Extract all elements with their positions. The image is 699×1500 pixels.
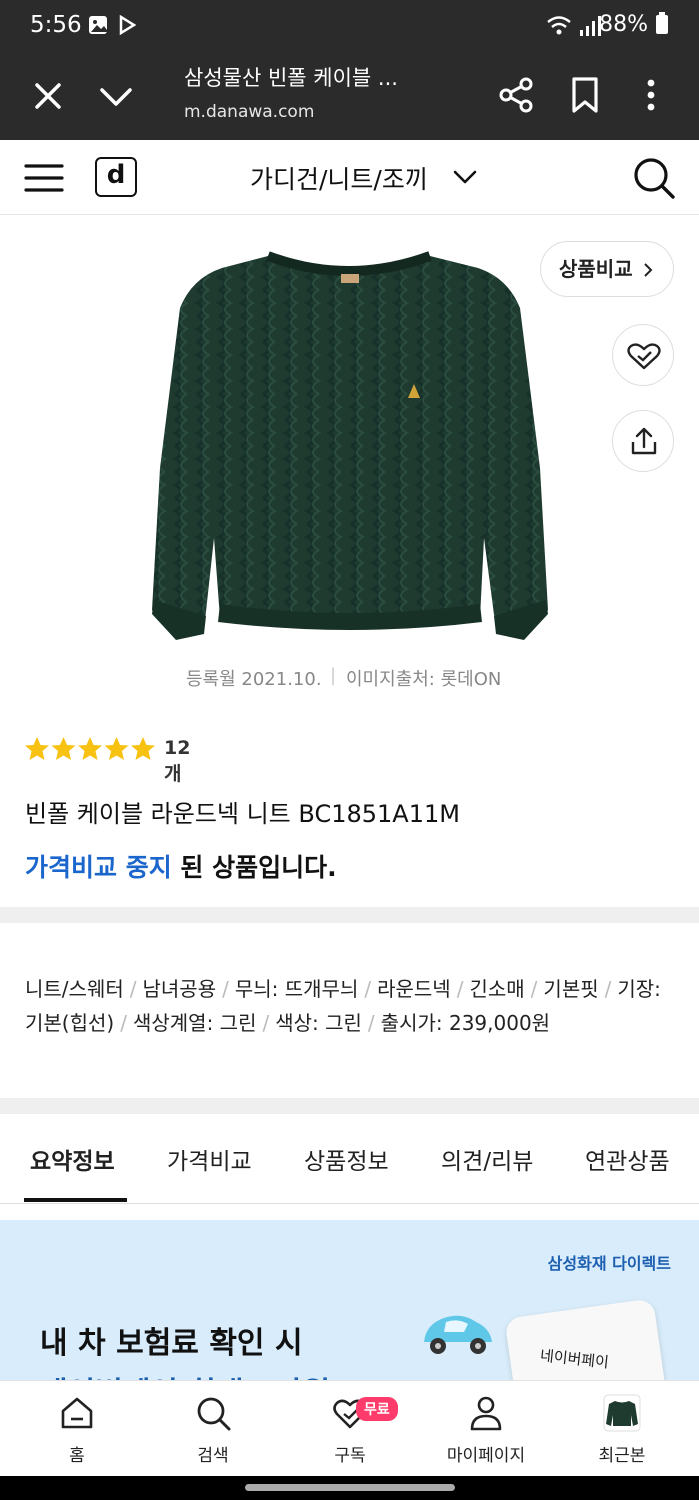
bottom-navigation: 홈 검색 구독 무료 마이페이지 최근본	[0, 1380, 699, 1476]
nav-search-label: 검색	[197, 1446, 229, 1466]
spec-separator: /	[456, 977, 464, 1001]
rating[interactable]: 12개	[24, 736, 190, 785]
nav-home[interactable]: 홈	[22, 1381, 132, 1477]
nav-search[interactable]: 검색	[158, 1381, 268, 1477]
share-product-button[interactable]	[612, 410, 674, 472]
wifi-icon	[547, 16, 571, 35]
home-icon	[61, 1397, 93, 1429]
battery-icon	[656, 12, 668, 34]
spec-separator: /	[222, 977, 229, 1001]
spec-separator: /	[367, 1011, 375, 1035]
review-count: 12개	[164, 737, 191, 785]
spec-separator: /	[604, 977, 612, 1001]
banner-brand: 삼성화재 다이렉트	[547, 1254, 671, 1273]
spec-separator: /	[129, 977, 137, 1001]
spec-item: 색상계열: 그린	[132, 1011, 257, 1035]
registration-date: 등록월 2021.10.	[186, 669, 322, 690]
price-status: 가격비교 중지 된 상품입니다.	[25, 848, 337, 884]
bookmark-icon[interactable]	[567, 76, 603, 114]
car-icon	[424, 1315, 492, 1354]
gesture-bar	[0, 1476, 699, 1500]
spec-summary: 니트/스웨터 / 남녀공용 / 무늬: 뜨개무늬 / 라운드넥 / 긴소매 / 기본핏 / 기장: 기본…	[25, 972, 675, 1040]
play-store-icon	[119, 14, 136, 36]
battery-level: 88%	[599, 12, 669, 37]
tab-summary[interactable]: 요약정보	[30, 1142, 115, 1176]
tab-bar: 요약정보 가격비교 상품정보 의견/리뷰 연관상품	[0, 1116, 699, 1204]
search-icon	[197, 1397, 231, 1431]
app-header: d 가디건/니트/조끼	[0, 140, 699, 215]
compare-label: 상품비교	[559, 257, 633, 281]
product-name: 빈폴 케이블 라운드넥 니트 BC1851A11M	[25, 800, 460, 828]
status-time: 5:56	[30, 12, 82, 38]
status-bar: 5:56 88%	[0, 0, 699, 52]
spec-item: 니트/스웨터	[25, 977, 124, 1001]
spec-item: 무늬: 뜨개무늬	[234, 977, 359, 1001]
upload-share-icon	[631, 427, 657, 455]
product-image[interactable]	[148, 238, 552, 650]
spec-separator: /	[262, 1011, 270, 1035]
spec-item: 남녀공용	[142, 977, 217, 1001]
nav-subscribe-label: 구독	[334, 1446, 366, 1466]
tab-related[interactable]: 연관상품	[585, 1142, 670, 1176]
nav-mypage-label: 마이페이지	[446, 1446, 526, 1466]
nav-recent-label: 최근본	[598, 1446, 646, 1466]
gallery-icon	[89, 16, 107, 34]
spec-item: 라운드넥	[377, 977, 451, 1001]
close-icon[interactable]	[30, 78, 66, 114]
nav-subscribe[interactable]: 구독	[295, 1381, 405, 1477]
danawa-logo[interactable]: d	[95, 157, 137, 197]
nav-mypage[interactable]: 마이페이지	[431, 1381, 541, 1477]
meta-divider: |	[330, 665, 337, 686]
page-title: 삼성물산 빈폴 케이블 ...	[184, 66, 398, 90]
search-icon[interactable]	[632, 156, 676, 200]
ad-banner[interactable]: 삼성화재 다이렉트 내 차 보험료 확인 시 네이버페이 최대 1만원 네이버페…	[0, 1220, 699, 1382]
browser-toolbar: 삼성물산 빈폴 케이블 ... m.danawa.com	[0, 52, 699, 140]
share-icon[interactable]	[497, 76, 535, 114]
chevron-right-icon	[644, 263, 653, 277]
spec-separator: /	[530, 977, 538, 1001]
page-url[interactable]: m.danawa.com	[184, 102, 314, 122]
banner-headline: 내 차 보험료 확인 시	[40, 1326, 303, 1361]
user-icon	[470, 1396, 502, 1431]
recent-thumbnail	[603, 1394, 641, 1432]
wishlist-button[interactable]	[612, 324, 674, 386]
spec-separator: /	[364, 977, 372, 1001]
hamburger-menu-icon[interactable]	[24, 162, 64, 194]
heart-check-icon	[627, 343, 661, 370]
spec-separator: /	[120, 1011, 127, 1035]
gesture-handle[interactable]	[245, 1484, 455, 1491]
nav-home-label: 홈	[69, 1446, 85, 1466]
tab-reviews[interactable]: 의견/리뷰	[441, 1142, 533, 1176]
price-status-text: 된 상품입니다.	[171, 853, 337, 882]
tab-price-compare[interactable]: 가격비교	[167, 1142, 252, 1176]
spec-item: 출시가: 239,000원	[380, 1011, 551, 1035]
nav-recent[interactable]: 최근본	[567, 1381, 677, 1477]
free-badge: 무료	[356, 1397, 398, 1421]
spec-item: 긴소매	[469, 977, 525, 1001]
active-tab-indicator	[24, 1198, 127, 1202]
star-rating-icon	[25, 737, 155, 760]
chevron-down-icon[interactable]	[98, 78, 134, 114]
price-status-highlight: 가격비교 중지	[25, 853, 172, 882]
spec-item: 기본핏	[543, 977, 599, 1001]
section-divider	[0, 1098, 699, 1114]
compare-button[interactable]: 상품비교	[540, 241, 674, 297]
image-source: 이미지출처: 롯데ON	[346, 669, 502, 690]
more-vertical-icon[interactable]	[636, 76, 666, 114]
category-selector[interactable]: 가디건/니트/조끼	[250, 160, 428, 196]
chevron-down-icon[interactable]	[452, 166, 478, 188]
spec-item: 색상: 그린	[275, 1011, 362, 1035]
tab-product-info[interactable]: 상품정보	[304, 1142, 389, 1176]
section-divider	[0, 907, 699, 923]
